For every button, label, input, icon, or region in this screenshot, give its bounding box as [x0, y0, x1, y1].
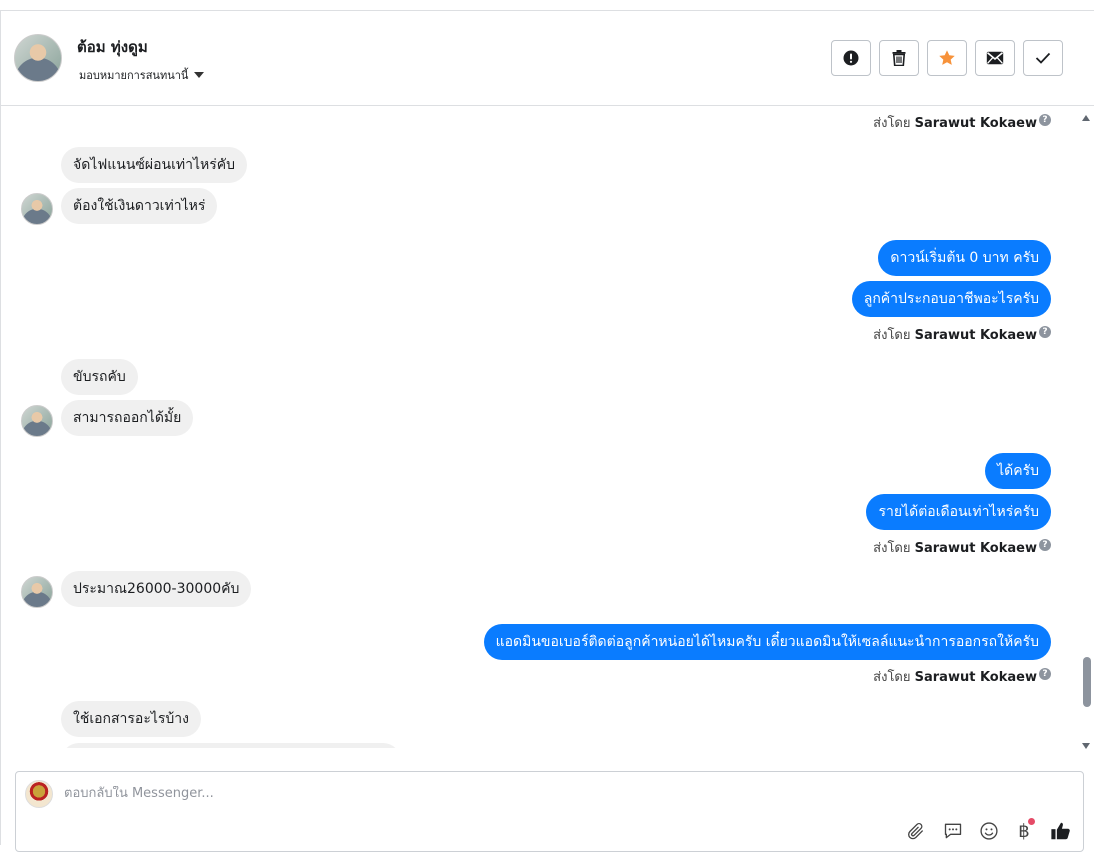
sent-by-label: ส่งโดย Sarawut Kokaew — [873, 541, 1037, 556]
message-incoming[interactable]: ใช้เอกสารอะไรบ้าง — [61, 701, 202, 737]
sent-by-label: ส่งโดย Sarawut Kokaew — [873, 670, 1037, 685]
help-icon[interactable]: ? — [1039, 114, 1051, 126]
message-outgoing[interactable]: รายได้ต่อเดือนเท่าไหร่ครับ — [866, 494, 1051, 530]
contact-avatar-small[interactable] — [21, 405, 53, 437]
mark-unread-button[interactable] — [975, 40, 1015, 76]
sent-by-label: ส่งโดย Sarawut Kokaew — [873, 116, 1037, 131]
thumbs-up-icon — [1051, 822, 1070, 840]
message-incoming[interactable]: ประมาณ26000-30000คับ — [61, 571, 252, 607]
contact-name[interactable]: ต้อม ทุ่งดูม — [77, 35, 148, 59]
spam-icon — [843, 50, 859, 66]
assign-label: มอบหมายการสนทนานี้ — [79, 69, 189, 82]
message-list[interactable]: ส่งโดย Sarawut Kokaew ? จัดไฟแนนซ์ผ่อนเท… — [1, 107, 1081, 748]
message-outgoing[interactable]: ลูกค้าประกอบอาชีพอะไรครับ — [851, 281, 1051, 317]
conversation-header: ต้อม ทุ่งดูม มอบหมายการสนทนานี้ — [1, 11, 1094, 106]
attach-button[interactable] — [904, 819, 928, 843]
saved-replies-button[interactable] — [941, 819, 965, 843]
page-avatar — [25, 780, 53, 808]
notification-dot — [1028, 818, 1035, 825]
help-icon[interactable]: ? — [1039, 326, 1051, 338]
message-incoming-partial[interactable] — [61, 743, 401, 748]
emoji-icon — [980, 822, 998, 840]
message-incoming[interactable]: ขับรถคับ — [61, 359, 138, 395]
mark-done-button[interactable] — [1023, 40, 1063, 76]
message-incoming[interactable]: ต้องใช้เงินดาวเท่าไหร่ — [61, 188, 218, 224]
scroll-down-arrow[interactable] — [1082, 743, 1090, 749]
emoji-button[interactable] — [977, 819, 1001, 843]
delete-button[interactable] — [879, 40, 919, 76]
reply-composer: ฿ — [15, 771, 1084, 852]
message-outgoing[interactable]: แอดมินขอเบอร์ติดต่อลูกค้าหน่อยได้ไหมครับ… — [483, 624, 1051, 660]
envelope-icon — [986, 51, 1004, 65]
sent-by-label: ส่งโดย Sarawut Kokaew — [873, 328, 1037, 343]
trash-icon — [892, 50, 906, 66]
check-icon — [1035, 52, 1051, 64]
paperclip-icon — [908, 822, 924, 840]
send-like-button[interactable] — [1049, 819, 1073, 843]
help-icon[interactable]: ? — [1039, 668, 1051, 680]
contact-avatar[interactable] — [14, 34, 62, 82]
quick-reply-icon — [944, 823, 962, 839]
reply-input[interactable] — [64, 786, 964, 801]
message-outgoing[interactable]: ดาวน์เริ่มต้น 0 บาท ครับ — [878, 240, 1051, 276]
contact-avatar-small[interactable] — [21, 193, 53, 225]
mark-spam-button[interactable] — [831, 40, 871, 76]
message-incoming[interactable]: จัดไฟแนนซ์ผ่อนเท่าไหร่คับ — [61, 147, 248, 183]
caret-down-icon — [194, 72, 205, 78]
star-button[interactable] — [927, 40, 967, 76]
help-icon[interactable]: ? — [1039, 539, 1051, 551]
conversation-panel: ต้อม ทุ่งดูม มอบหมายการสนทนานี้ ส่งโดย S… — [0, 10, 1094, 852]
scroll-up-arrow[interactable] — [1082, 115, 1090, 121]
star-icon — [939, 50, 955, 65]
message-incoming[interactable]: สามารถออกได้มั้ย — [61, 400, 194, 436]
scrollbar-thumb[interactable] — [1083, 657, 1091, 707]
payment-button[interactable]: ฿ — [1012, 818, 1036, 843]
contact-avatar-small[interactable] — [21, 576, 53, 608]
assign-conversation-dropdown[interactable]: มอบหมายการสนทนานี้ — [79, 66, 205, 84]
message-outgoing[interactable]: ได้ครับ — [985, 453, 1051, 489]
